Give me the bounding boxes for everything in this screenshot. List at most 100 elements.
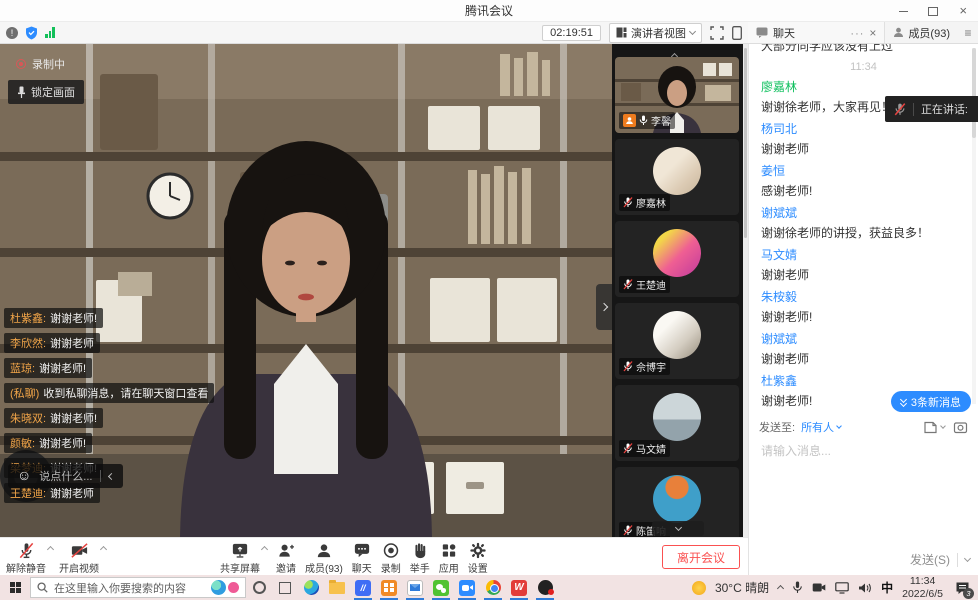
collapse-left-icon[interactable] <box>108 472 115 479</box>
chat-close-icon[interactable] <box>869 24 876 42</box>
taskbar-cortana[interactable] <box>246 575 272 600</box>
phone-device-icon[interactable] <box>732 26 742 40</box>
apps-button[interactable]: 应用 <box>439 541 459 575</box>
chevron-down-icon[interactable] <box>940 423 946 429</box>
settings-button[interactable]: 设置 <box>468 541 488 575</box>
strip-scroll-down[interactable] <box>652 521 704 536</box>
share-screen-button[interactable]: 共享屏幕 <box>220 541 260 575</box>
members-button[interactable]: 成员(93) <box>305 541 343 575</box>
wps-icon: W <box>511 580 527 596</box>
participant-tile[interactable]: 王楚迪 <box>615 221 739 297</box>
chat-message: 谢斌斌谢谢徐老师的讲授，获益良多！ <box>761 203 966 243</box>
cortana-icon <box>253 581 266 594</box>
taskbar-chrome[interactable] <box>480 575 506 600</box>
tray-display-icon[interactable] <box>835 582 849 594</box>
fullscreen-icon[interactable] <box>710 26 724 40</box>
chat-message-partial: 大部分同学应该没有上过 <box>761 44 966 54</box>
minimize-button[interactable] <box>888 0 918 22</box>
tab-members[interactable]: 成员(93) <box>884 22 958 43</box>
chat-button[interactable]: 聊天 <box>352 541 372 575</box>
windows-taskbar: 在这里输入你要搜索的内容 // W 30°C 晴朗 <box>0 575 978 600</box>
participant-tile[interactable]: 佘博宇 <box>615 303 739 379</box>
share-options-icon[interactable] <box>261 546 268 553</box>
taskbar-edge[interactable] <box>298 575 324 600</box>
chat-history-icon[interactable] <box>923 420 938 435</box>
chat-message: 马文婧谢谢老师 <box>761 245 966 285</box>
tray-volume-icon[interactable] <box>858 582 872 594</box>
double-chevron-down-icon <box>901 398 907 405</box>
leave-meeting-button[interactable]: 离开会议 <box>662 545 740 569</box>
danmaku-input-bar[interactable]: 说点什么... <box>8 464 123 488</box>
panel-menu-button[interactable] <box>958 24 978 42</box>
share-screen-icon <box>230 541 250 560</box>
taskbar-tencent-meeting[interactable] <box>454 575 480 600</box>
maximize-button[interactable] <box>918 0 948 22</box>
raise-hand-button[interactable]: 举手 <box>410 541 430 575</box>
hidden-icons-chevron[interactable] <box>777 585 784 592</box>
unmute-button[interactable]: 解除静音 <box>6 541 46 575</box>
new-messages-badge[interactable]: 3条新消息 <box>891 391 971 412</box>
mic-muted-icon <box>623 197 633 208</box>
window-title: 腾讯会议 <box>0 2 978 19</box>
taskbar-app-blue[interactable]: // <box>350 575 376 600</box>
chat-message: 朱桉毅谢谢老师! <box>761 287 966 327</box>
taskbar-wechat[interactable] <box>428 575 454 600</box>
screenshot-icon[interactable] <box>953 420 968 435</box>
tray-camera-icon[interactable] <box>812 582 826 593</box>
meeting-toolbar: ! 02:19:51 演讲者视图 <box>0 22 748 44</box>
search-highlight-globe-icon <box>211 580 226 595</box>
tencent-meeting-icon <box>459 580 475 596</box>
invite-button[interactable]: 邀请 <box>276 541 296 575</box>
video-options-icon[interactable] <box>100 546 107 553</box>
taskbar-file-explorer[interactable] <box>324 575 350 600</box>
clock-date: 2022/6/5 <box>902 588 943 600</box>
taskbar-search[interactable]: 在这里输入你要搜索的内容 <box>30 577 246 598</box>
taskbar-clock[interactable]: 11:34 2022/6/5 <box>902 575 943 599</box>
chat-timestamp: 11:34 <box>761 61 966 73</box>
participant-name: 王楚迪 <box>636 277 666 292</box>
view-mode-selector[interactable]: 演讲者视图 <box>609 23 702 43</box>
mic-options-icon[interactable] <box>47 546 54 553</box>
tab-chat[interactable]: 聊天 <box>748 22 884 43</box>
start-button[interactable] <box>0 575 30 600</box>
taskbar-mail[interactable] <box>402 575 428 600</box>
mic-muted-icon <box>623 525 633 536</box>
chrome-icon <box>486 580 501 595</box>
emoji-icon[interactable] <box>17 467 31 485</box>
send-button[interactable]: 发送(S) <box>910 551 950 568</box>
meeting-info-icon[interactable]: ! <box>6 27 18 39</box>
taskbar-music-app[interactable] <box>532 575 558 600</box>
meeting-bottom-toolbar: 解除静音 开启视频 <box>0 537 748 575</box>
pin-video-button[interactable]: 锁定画面 <box>8 80 84 104</box>
participant-tile[interactable]: 廖嘉林 <box>615 139 739 215</box>
mic-muted-icon <box>623 443 633 454</box>
start-video-button[interactable]: 开启视频 <box>59 541 99 575</box>
chat-message-input[interactable] <box>749 442 978 460</box>
tray-mic-icon[interactable] <box>792 581 803 594</box>
chat-message: 谢斌斌谢谢老师 <box>761 329 966 369</box>
weather-icon[interactable] <box>692 581 706 595</box>
ime-indicator[interactable]: 中 <box>881 579 893 596</box>
send-to-selector[interactable]: 所有人 <box>801 419 841 435</box>
chat-bubble-icon <box>756 27 768 38</box>
participant-tile[interactable]: 马文婧 <box>615 385 739 461</box>
network-signal-icon[interactable] <box>45 27 55 38</box>
record-button[interactable]: 录制 <box>381 541 401 575</box>
danmaku-input-placeholder[interactable]: 说点什么... <box>39 468 92 484</box>
microphone-muted-icon <box>17 541 36 560</box>
notification-center-button[interactable]: 3 <box>952 578 972 598</box>
close-button[interactable] <box>948 0 978 22</box>
main-video-speaker[interactable]: 录制中 锁定画面 杜紫鑫:谢谢老师! 李欣然:谢谢老师 蓝琼:谢谢老师! (私聊… <box>0 44 612 537</box>
chat-more-icon[interactable] <box>850 24 864 42</box>
mic-on-icon <box>639 115 648 126</box>
security-shield-icon[interactable] <box>25 26 38 40</box>
notification-count-badge: 3 <box>963 588 974 599</box>
taskbar-task-view[interactable] <box>272 575 298 600</box>
send-options-icon[interactable] <box>964 555 971 562</box>
weather-text[interactable]: 30°C 晴朗 <box>715 579 769 596</box>
taskbar-store-app[interactable] <box>376 575 402 600</box>
file-explorer-icon <box>329 582 345 594</box>
participant-tile-speaker[interactable]: 李馨 <box>615 57 739 133</box>
expand-strip-handle[interactable] <box>596 284 612 330</box>
taskbar-wps[interactable]: W <box>506 575 532 600</box>
